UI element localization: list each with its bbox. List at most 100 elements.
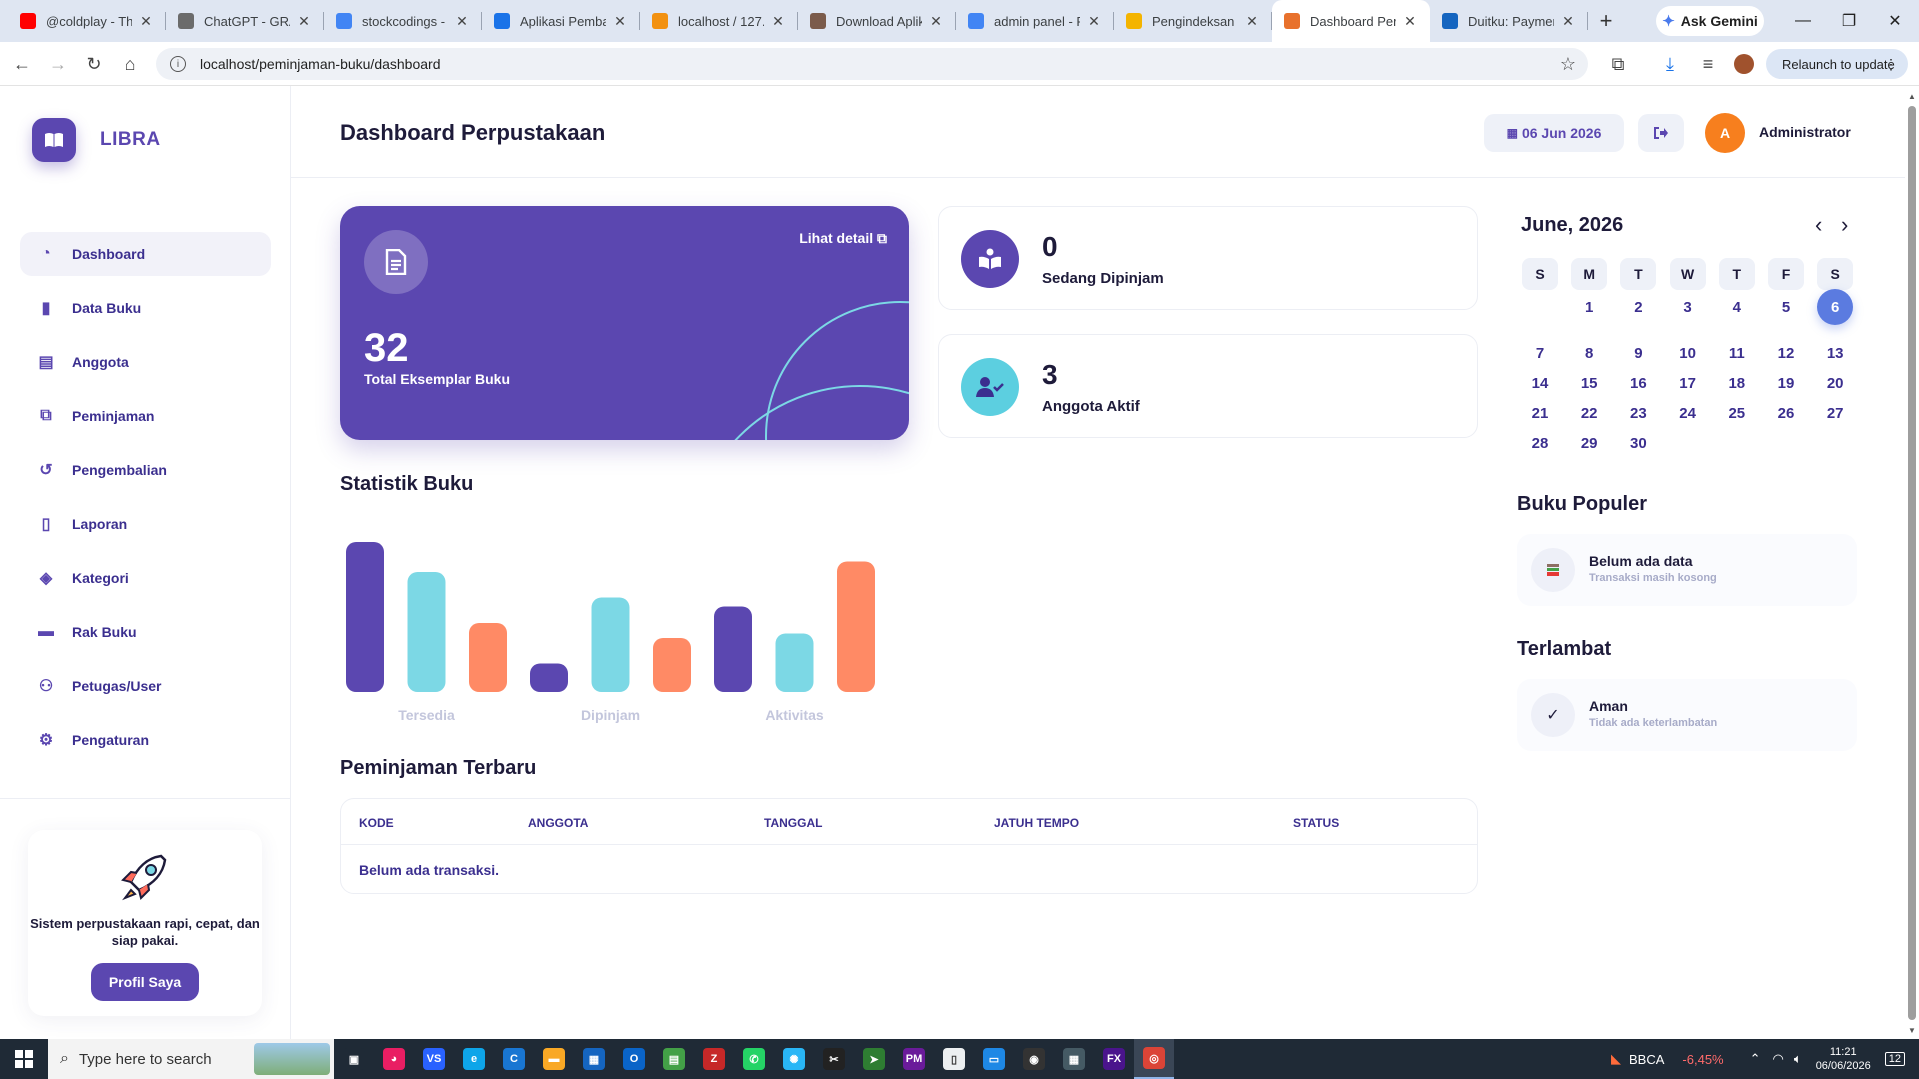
extensions-icon[interactable]: ⧉ [1600,42,1636,86]
calendar-day[interactable]: 28 [1522,428,1558,458]
scroll-up-arrow-icon[interactable]: ▲ [1908,92,1916,101]
file-explorer-icon[interactable]: ▬ [534,1039,574,1079]
restore-window-button[interactable]: ❐ [1826,0,1872,42]
close-tab-icon[interactable]: ✕ [1086,13,1102,30]
stock-change[interactable]: -6,45% [1682,1052,1723,1067]
calendar-day[interactable]: 8 [1571,338,1607,368]
volume-icon[interactable]: 🔈︎ [1794,1051,1802,1067]
profile-avatar-icon[interactable] [1726,42,1762,86]
calendar-day[interactable]: 23 [1620,398,1656,428]
calendar-day[interactable]: 10 [1670,338,1706,368]
task-view-icon[interactable]: ▣ [334,1039,374,1079]
calendar-day[interactable]: 27 [1817,398,1853,428]
postman-icon[interactable]: PM [894,1039,934,1079]
scroll-down-arrow-icon[interactable]: ▼ [1908,1026,1916,1035]
calendar-day[interactable]: 14 [1522,368,1558,398]
paint-icon[interactable]: ◕ [374,1039,414,1079]
sidebar-item-petugas-user[interactable]: ⚇ Petugas/User [20,664,271,708]
notepad-icon[interactable]: ▯ [934,1039,974,1079]
tray-chevron-icon[interactable]: ⌃ [1750,1051,1761,1067]
calendar-day[interactable]: 7 [1522,338,1558,368]
close-tab-icon[interactable]: ✕ [1560,13,1576,30]
bookmark-star-icon[interactable]: ☆ [1560,54,1576,75]
stock-widget-icon[interactable]: ◣ [1611,1051,1621,1067]
browser-tab[interactable]: stockcodings - P ✕ [324,0,482,42]
calendar-day[interactable]: 11 [1719,338,1755,368]
close-tab-icon[interactable]: ✕ [454,13,470,30]
calendar-next-icon[interactable]: › [1841,212,1848,238]
vpn-icon[interactable]: ➤ [854,1039,894,1079]
stock-name[interactable]: BBCA [1629,1052,1664,1067]
close-tab-icon[interactable]: ✕ [770,13,786,30]
browser-tab[interactable]: @coldplay - The ✕ [8,0,166,42]
logout-button[interactable] [1638,114,1684,152]
home-button[interactable]: ⌂ [112,42,148,86]
close-window-button[interactable]: ✕ [1872,0,1918,42]
chrome-icon[interactable]: ◎ [1134,1039,1174,1079]
taskbar-search-input[interactable]: ⌕ Type here to search [48,1039,334,1079]
calendar-day[interactable]: 9 [1620,338,1656,368]
sidebar-item-peminjaman[interactable]: ⧉ Peminjaman [20,394,271,438]
filezilla-icon[interactable]: Z [694,1039,734,1079]
brand[interactable]: LIBRA [32,118,161,162]
calendar-day[interactable]: 2 [1620,292,1656,322]
notification-center-icon[interactable]: 12 [1884,1052,1905,1066]
edge-icon[interactable]: e [454,1039,494,1079]
browser-tab[interactable]: localhost / 127.0 ✕ [640,0,798,42]
calendar-day[interactable]: 5 [1768,292,1804,322]
reload-button[interactable]: ↻ [76,42,112,86]
calendar-day[interactable]: 24 [1670,398,1706,428]
outlook-icon[interactable]: O [614,1039,654,1079]
calendar-day[interactable]: 29 [1571,428,1607,458]
relaunch-to-update-button[interactable]: Relaunch to update ⋮ [1766,49,1908,79]
network-tool-icon[interactable]: ✺ [774,1039,814,1079]
calendar-day[interactable]: 25 [1719,398,1755,428]
sidebar-item-pengaturan[interactable]: ⚙ Pengaturan [20,718,271,762]
calendar-day[interactable]: 21 [1522,398,1558,428]
page-scrollbar[interactable]: ▲ ▼ [1905,86,1919,1039]
browser-tab[interactable]: Pengindeksan h ✕ [1114,0,1272,42]
system-clock[interactable]: 11:21 06/06/2026 [1816,1045,1871,1073]
calendar-day[interactable]: 15 [1571,368,1607,398]
sidebar-item-pengembalian[interactable]: ↺ Pengembalian [20,448,271,492]
whatsapp-icon[interactable]: ✆ [734,1039,774,1079]
browser-tab[interactable]: Download Aplik ✕ [798,0,956,42]
forward-button[interactable]: → [40,42,76,86]
browser-tab[interactable]: Aplikasi Pembay ✕ [482,0,640,42]
calendar-day[interactable]: 18 [1719,368,1755,398]
close-tab-icon[interactable]: ✕ [928,13,944,30]
user-avatar[interactable]: A [1705,113,1745,153]
profil-saya-button[interactable]: Profil Saya [91,963,199,1001]
url-input[interactable]: i localhost/peminjaman-buku/dashboard ☆ [156,48,1588,80]
browser-tab[interactable]: ChatGPT - GRAT ✕ [166,0,324,42]
back-button[interactable]: ← [4,42,40,86]
close-tab-icon[interactable]: ✕ [1402,13,1418,30]
calendar-day[interactable]: 1 [1571,292,1607,322]
calendar-day[interactable]: 3 [1670,292,1706,322]
minimize-window-button[interactable]: — [1780,0,1826,42]
calculator-icon[interactable]: ▦ [1054,1039,1094,1079]
network-icon[interactable]: ◠ [1773,1051,1784,1067]
media-control-icon[interactable]: ≡ [1690,42,1726,86]
close-tab-icon[interactable]: ✕ [1244,13,1260,30]
app-icon[interactable]: ▤ [654,1039,694,1079]
capcut-icon[interactable]: ✂ [814,1039,854,1079]
store-icon[interactable]: ▦ [574,1039,614,1079]
scrollbar-thumb[interactable] [1908,106,1916,1020]
sidebar-item-rak-buku[interactable]: ▬ Rak Buku [20,610,271,654]
close-tab-icon[interactable]: ✕ [138,13,154,30]
browser-tab[interactable]: admin panel - P ✕ [956,0,1114,42]
sidebar-item-anggota[interactable]: ▤ Anggota [20,340,271,384]
vscode-icon[interactable]: C [494,1039,534,1079]
obs-icon[interactable]: ◉ [1014,1039,1054,1079]
remote-desktop-icon[interactable]: ▭ [974,1039,1014,1079]
visual-studio-icon[interactable]: VS [414,1039,454,1079]
calendar-day[interactable]: 30 [1620,428,1656,458]
sidebar-item-laporan[interactable]: ▯ Laporan [20,502,271,546]
sidebar-item-dashboard[interactable]: ◔ Dashboard [20,232,271,276]
new-tab-button[interactable]: + [1588,8,1624,34]
more-menu-icon[interactable]: ⋮ [1884,56,1898,73]
fx-icon[interactable]: FX [1094,1039,1134,1079]
close-tab-icon[interactable]: ✕ [612,13,628,30]
windows-start-button[interactable] [0,1039,48,1079]
